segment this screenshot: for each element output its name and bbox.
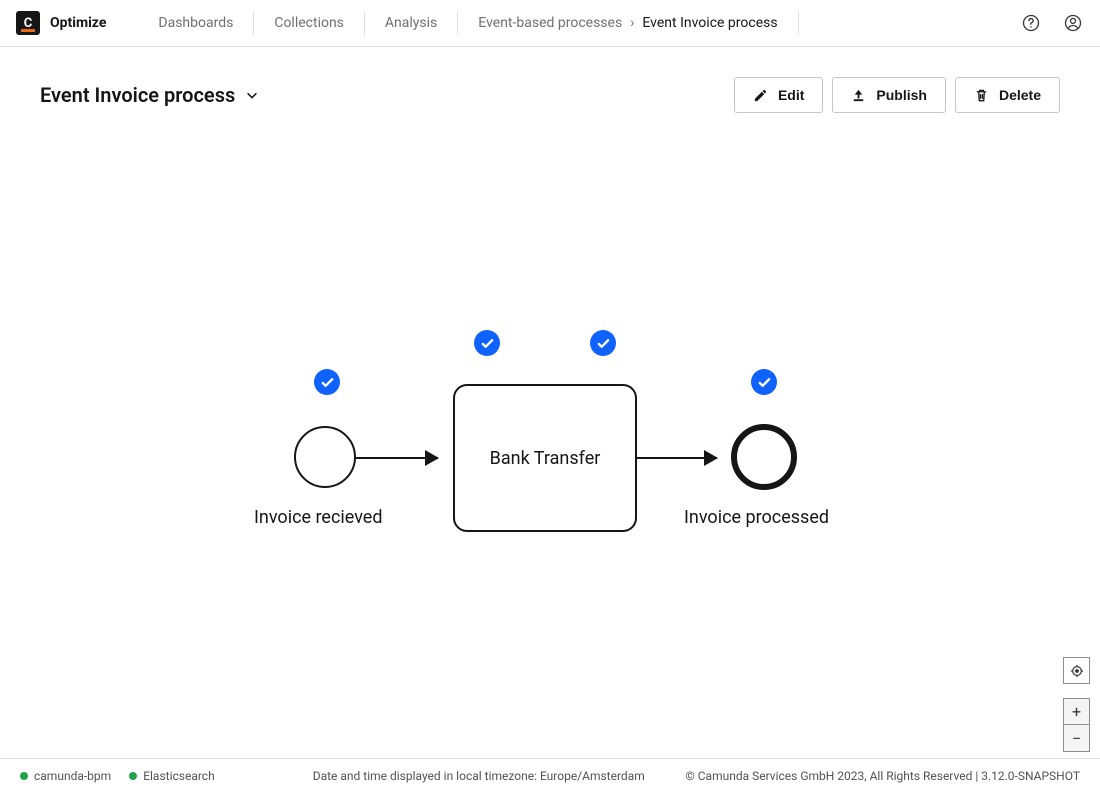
timezone-info: Date and time displayed in local timezon… bbox=[313, 769, 645, 783]
diagram-canvas[interactable]: Invoice recieved Bank Transfer Invoice p… bbox=[0, 131, 1100, 762]
page-actions: Edit Publish Delete bbox=[734, 77, 1060, 113]
status-camunda: camunda-bpm bbox=[20, 769, 111, 783]
check-icon[interactable] bbox=[751, 369, 777, 395]
task-node[interactable]: Bank Transfer bbox=[453, 384, 637, 532]
help-icon[interactable] bbox=[1020, 12, 1042, 34]
crosshair-icon bbox=[1070, 664, 1084, 678]
page-title-text: Event Invoice process bbox=[40, 83, 235, 107]
publish-label: Publish bbox=[876, 87, 927, 103]
zoom-controls: + − bbox=[1063, 698, 1090, 752]
breadcrumb: Event-based processes › Event Invoice pr… bbox=[457, 11, 798, 35]
zoom-out-button[interactable]: − bbox=[1063, 725, 1090, 752]
end-event-label: Invoice processed bbox=[684, 507, 829, 528]
copyright: © Camunda Services GmbH 2023, All Rights… bbox=[685, 769, 1080, 783]
main-nav: Dashboards Collections Analysis Event-ba… bbox=[138, 0, 798, 46]
brand-name: Optimize bbox=[50, 15, 106, 31]
status-elastic-label: Elasticsearch bbox=[143, 769, 215, 783]
end-event-node[interactable] bbox=[731, 424, 797, 490]
task-label: Bank Transfer bbox=[490, 448, 601, 469]
app-logo: C bbox=[16, 11, 40, 35]
user-icon[interactable] bbox=[1062, 12, 1084, 34]
delete-label: Delete bbox=[999, 87, 1041, 103]
breadcrumb-current: Event Invoice process bbox=[642, 11, 798, 35]
start-event-label: Invoice recieved bbox=[254, 507, 383, 528]
app-header: C Optimize Dashboards Collections Analys… bbox=[0, 0, 1100, 47]
recenter-button[interactable] bbox=[1063, 657, 1090, 684]
nav-analysis[interactable]: Analysis bbox=[364, 11, 457, 35]
status-camunda-label: camunda-bpm bbox=[34, 769, 111, 783]
sequence-flow-1[interactable] bbox=[356, 457, 438, 459]
footer: camunda-bpm Elasticsearch Date and time … bbox=[0, 758, 1100, 793]
check-icon[interactable] bbox=[474, 330, 500, 356]
edit-button[interactable]: Edit bbox=[734, 77, 823, 113]
edit-label: Edit bbox=[778, 87, 804, 103]
check-icon[interactable] bbox=[314, 369, 340, 395]
breadcrumb-parent[interactable]: Event-based processes bbox=[478, 15, 622, 31]
chevron-down-icon bbox=[245, 88, 259, 102]
check-icon[interactable] bbox=[590, 330, 616, 356]
nav-dashboards[interactable]: Dashboards bbox=[138, 11, 253, 35]
breadcrumb-separator: › bbox=[630, 15, 634, 31]
trash-icon bbox=[974, 88, 989, 103]
page-title[interactable]: Event Invoice process bbox=[40, 83, 259, 107]
pencil-icon bbox=[753, 88, 768, 103]
nav-collections[interactable]: Collections bbox=[253, 11, 364, 35]
status-dot-icon bbox=[129, 772, 137, 780]
publish-icon bbox=[851, 88, 866, 103]
status-elastic: Elasticsearch bbox=[129, 769, 215, 783]
sequence-flow-2[interactable] bbox=[637, 457, 717, 459]
start-event-node[interactable] bbox=[294, 426, 356, 488]
title-bar: Event Invoice process Edit Publish Delet… bbox=[0, 47, 1100, 131]
status-dot-icon bbox=[20, 772, 28, 780]
publish-button[interactable]: Publish bbox=[832, 77, 946, 113]
delete-button[interactable]: Delete bbox=[955, 77, 1060, 113]
header-actions bbox=[1020, 12, 1084, 34]
zoom-in-button[interactable]: + bbox=[1063, 698, 1090, 725]
map-controls: + − bbox=[1063, 657, 1090, 752]
